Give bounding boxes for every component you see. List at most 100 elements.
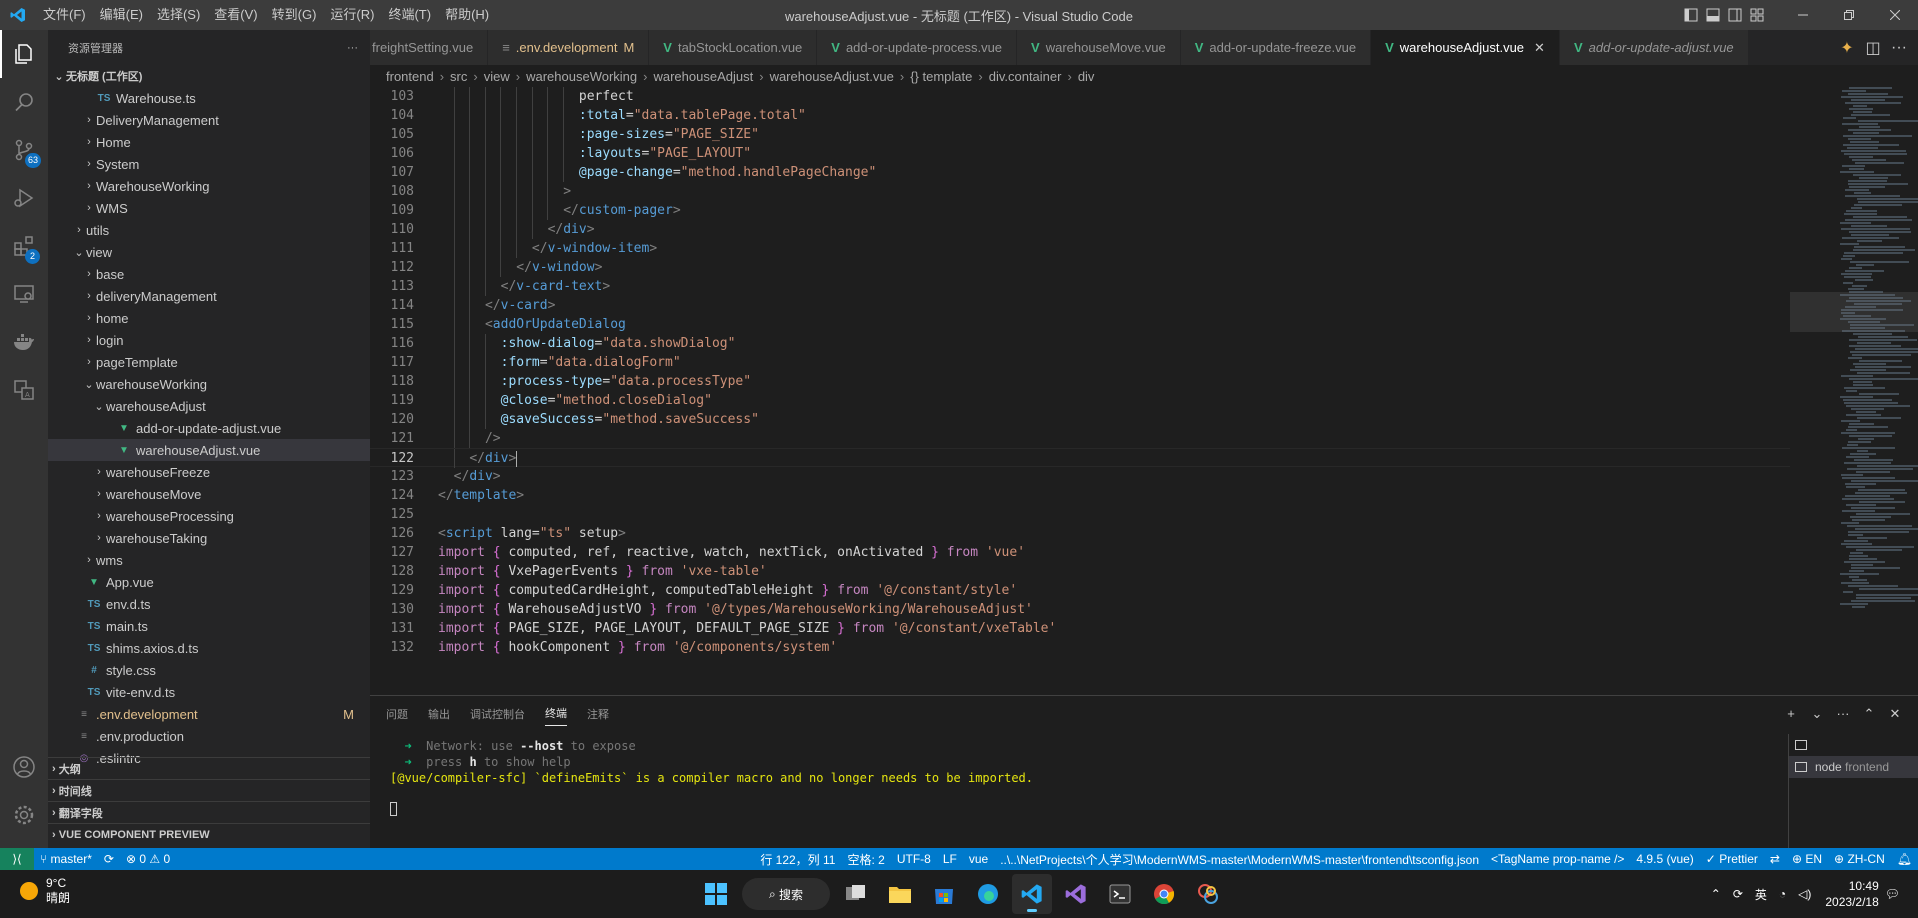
more-actions-icon[interactable]: ··· [347,42,358,54]
tree-item[interactable]: ▼ App.vue [48,571,370,593]
tree-item[interactable]: › utils [48,219,370,241]
breadcrumb-item[interactable]: warehouseAdjust [653,69,753,84]
app-icon-colorful[interactable] [1188,874,1228,914]
file-explorer-icon[interactable] [880,874,920,914]
menu-go[interactable]: 转到(G) [265,0,324,30]
tree-item[interactable]: TS main.ts [48,615,370,637]
terminal-dropdown-icon[interactable]: ⌄ [1804,706,1830,722]
maximize-panel-icon[interactable]: ⌃ [1856,706,1882,722]
tree-item[interactable]: › WarehouseWorking [48,175,370,197]
menu-edit[interactable]: 编辑(E) [93,0,150,30]
tree-item[interactable]: › warehouseMove [48,483,370,505]
code-editor[interactable]: 103 perfect 104 :total="data.tablePage.to… [370,87,1790,658]
workspace-header[interactable]: ⌄ 无标题 (工作区) [48,65,370,87]
editor-tab[interactable]: VwarehouseMove.vue [1017,30,1181,65]
tree-item[interactable]: › DeliveryManagement [48,109,370,131]
menu-terminal[interactable]: 终端(T) [381,0,438,30]
source-control-icon[interactable]: 63 [0,126,48,174]
language-mode[interactable]: vue [963,852,994,866]
tsconfig-path[interactable]: ..\..\NetProjects\个人学习\ModernWMS-master\… [994,851,1485,868]
network-icon[interactable]: ◔ [1779,887,1786,901]
manage-gear-icon[interactable] [0,791,48,839]
breadcrumb-item[interactable]: {} template [910,69,972,84]
sync-icon[interactable]: ⟳ [98,852,120,866]
encoding[interactable]: UTF-8 [891,852,937,866]
breadcrumb-item[interactable]: frontend [386,69,434,84]
tree-item[interactable]: › wms [48,549,370,571]
tray-sync-icon[interactable]: ⟳ [1733,887,1743,901]
tree-item[interactable]: › WMS [48,197,370,219]
problems-indicator[interactable]: ⊗ 0 ⚠ 0 [120,852,176,866]
windows-start-icon[interactable] [696,874,736,914]
menu-view[interactable]: 查看(V) [207,0,264,30]
volume-icon[interactable]: ◁) [1798,887,1811,901]
tray-chevron-up-icon[interactable]: ⌃ [1711,887,1721,901]
editor-tab[interactable]: Vadd-or-update-process.vue [817,30,1018,65]
chrome-icon[interactable] [1144,874,1184,914]
breadcrumb-item[interactable]: warehouseWorking [526,69,637,84]
extensions-icon[interactable]: 2 [0,222,48,270]
ms-store-icon[interactable] [924,874,964,914]
prettier-status[interactable]: ✓ Prettier [1700,852,1764,866]
menu-help[interactable]: 帮助(H) [438,0,496,30]
translate-icon[interactable]: A [0,366,48,414]
editor-tab[interactable]: Vadd-or-update-adjust.vue [1559,30,1749,65]
menu-file[interactable]: 文件(F) [36,0,93,30]
breadcrumb-item[interactable]: view [484,69,510,84]
panel-tab[interactable]: 调试控制台 [470,702,525,726]
notification-icon[interactable]: 💬︎ [1885,887,1900,901]
weather-widget[interactable]: 9°C 晴朗 [20,876,70,906]
restore-icon[interactable] [1826,0,1872,30]
breadcrumb-item[interactable]: div [1078,69,1095,84]
toggle-secondary-sidebar-icon[interactable] [1724,0,1746,30]
edge-icon[interactable] [968,874,1008,914]
editor-tab[interactable]: Vadd-or-update-freeze.vue [1180,30,1372,65]
tree-item[interactable]: ⌄ view [48,241,370,263]
terminal-output[interactable]: ➜ Network: use --host to expose ➜ press … [390,738,1033,820]
customize-layout-icon[interactable] [1746,0,1768,30]
docker-icon[interactable] [0,318,48,366]
ts-version[interactable]: 4.9.5 (vue) [1630,852,1699,866]
tree-item[interactable]: TS Warehouse.ts [48,87,370,109]
tree-item[interactable]: ≡ .env.development M [48,703,370,725]
tree-item[interactable]: › warehouseTaking [48,527,370,549]
taskbar-search[interactable]: ⌕ 搜索 [742,878,830,910]
terminal-app-icon[interactable] [1100,874,1140,914]
section-outline[interactable]: › 大纲 [48,757,370,779]
tree-item[interactable]: › pageTemplate [48,351,370,373]
tree-item[interactable]: › warehouseProcessing [48,505,370,527]
tree-item[interactable]: › home [48,307,370,329]
editor-tab[interactable]: freightSetting.vue [370,30,489,65]
tree-item[interactable]: › login [48,329,370,351]
menu-run[interactable]: 运行(R) [323,0,381,30]
account-icon[interactable] [0,743,48,791]
editor-tab[interactable]: VtabStockLocation.vue [649,30,818,65]
new-terminal-icon[interactable]: + [1778,706,1804,721]
tree-item[interactable]: ≡ .env.production [48,725,370,747]
explorer-icon[interactable] [0,30,48,78]
live-share-icon[interactable]: ⇄ [1764,852,1786,866]
toggle-sidebar-icon[interactable] [1680,0,1702,30]
more-panel-actions-icon[interactable]: ··· [1830,706,1856,721]
editor-tab[interactable]: VwarehouseAdjust.vue ✕ [1371,30,1560,65]
close-window-icon[interactable] [1872,0,1918,30]
tree-item[interactable]: ▼ add-or-update-adjust.vue [48,417,370,439]
tree-item[interactable]: ⌄ warehouseAdjust [48,395,370,417]
tree-item[interactable]: › Home [48,131,370,153]
branch-indicator[interactable]: ⑂ master* [34,852,98,866]
menu-selection[interactable]: 选择(S) [150,0,207,30]
close-tab-icon[interactable]: ✕ [1534,40,1545,56]
tree-item[interactable]: TS shims.axios.d.ts [48,637,370,659]
vscode-taskbar-icon[interactable] [1012,874,1052,914]
minimap[interactable] [1790,87,1918,658]
panel-tab[interactable]: 注释 [587,702,609,726]
toggle-panel-icon[interactable] [1702,0,1724,30]
remote-indicator-icon[interactable]: ⟩⟨ [0,848,34,870]
visual-studio-icon[interactable] [1056,874,1096,914]
task-view-icon[interactable] [836,874,876,914]
tree-item[interactable]: › warehouseFreeze [48,461,370,483]
split-editor-icon[interactable]: ◫ [1860,38,1886,58]
tree-item[interactable]: TS env.d.ts [48,593,370,615]
tree-item[interactable]: TS vite-env.d.ts [48,681,370,703]
editor-tab[interactable]: ≡ .env.development M [488,30,650,65]
